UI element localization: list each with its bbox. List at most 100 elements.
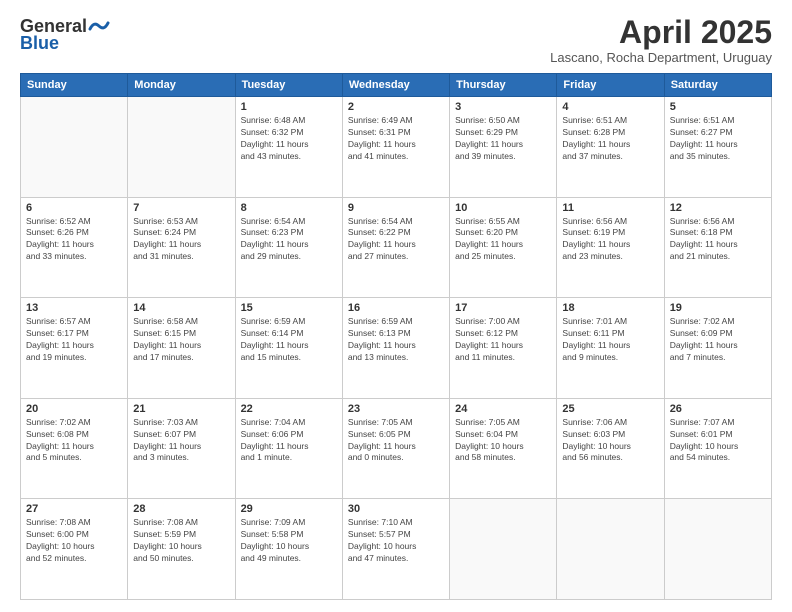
day-info: Sunrise: 7:08 AM Sunset: 5:59 PM Dayligh… <box>133 517 229 565</box>
day-number: 27 <box>26 503 122 515</box>
logo-wave-icon <box>88 17 110 35</box>
day-info: Sunrise: 6:54 AM Sunset: 6:22 PM Dayligh… <box>348 216 444 264</box>
day-number: 22 <box>241 403 337 415</box>
month-title: April 2025 <box>550 16 772 48</box>
day-number: 15 <box>241 302 337 314</box>
calendar-day-cell: 19 Sunrise: 7:02 AM Sunset: 6:09 PM Dayli… <box>664 298 771 399</box>
day-info: Sunrise: 6:53 AM Sunset: 6:24 PM Dayligh… <box>133 216 229 264</box>
weekday-header-cell: Friday <box>557 74 664 97</box>
day-number: 4 <box>562 101 658 113</box>
calendar-day-cell: 2Sunrise: 6:49 AM Sunset: 6:31 PM Daylig… <box>342 97 449 198</box>
weekday-header-row: SundayMondayTuesdayWednesdayThursdayFrid… <box>21 74 772 97</box>
weekday-header-cell: Wednesday <box>342 74 449 97</box>
day-number: 18 <box>562 302 658 314</box>
calendar-day-cell: 5 Sunrise: 6:51 AM Sunset: 6:27 PM Daylig… <box>664 97 771 198</box>
day-info: Sunrise: 7:09 AM Sunset: 5:58 PM Dayligh… <box>241 517 337 565</box>
day-number: 13 <box>26 302 122 314</box>
day-info: Sunrise: 7:06 AM Sunset: 6:03 PM Dayligh… <box>562 417 658 465</box>
calendar-table: SundayMondayTuesdayWednesdayThursdayFrid… <box>20 73 772 600</box>
day-info: Sunrise: 6:57 AM Sunset: 6:17 PM Dayligh… <box>26 316 122 364</box>
calendar-day-cell: 23 Sunrise: 7:05 AM Sunset: 6:05 PM Dayli… <box>342 398 449 499</box>
day-number: 14 <box>133 302 229 314</box>
day-number: 9 <box>348 202 444 214</box>
calendar-week-row: 6Sunrise: 6:52 AM Sunset: 6:26 PM Daylig… <box>21 197 772 298</box>
day-info: Sunrise: 6:59 AM Sunset: 6:14 PM Dayligh… <box>241 316 337 364</box>
day-number: 12 <box>670 202 766 214</box>
calendar-week-row: 1Sunrise: 6:48 AM Sunset: 6:32 PM Daylig… <box>21 97 772 198</box>
calendar-day-cell <box>557 499 664 600</box>
page: General Blue April 2025 Lascano, Rocha D… <box>0 0 792 612</box>
calendar-day-cell: 7 Sunrise: 6:53 AM Sunset: 6:24 PM Daylig… <box>128 197 235 298</box>
day-number: 7 <box>133 202 229 214</box>
calendar-week-row: 20 Sunrise: 7:02 AM Sunset: 6:08 PM Dayli… <box>21 398 772 499</box>
day-info: Sunrise: 6:58 AM Sunset: 6:15 PM Dayligh… <box>133 316 229 364</box>
weekday-header-cell: Tuesday <box>235 74 342 97</box>
day-info: Sunrise: 7:05 AM Sunset: 6:05 PM Dayligh… <box>348 417 444 465</box>
day-number: 16 <box>348 302 444 314</box>
calendar-day-cell: 4 Sunrise: 6:51 AM Sunset: 6:28 PM Daylig… <box>557 97 664 198</box>
calendar-day-cell <box>664 499 771 600</box>
calendar-day-cell: 13 Sunrise: 6:57 AM Sunset: 6:17 PM Dayli… <box>21 298 128 399</box>
day-info: Sunrise: 6:51 AM Sunset: 6:28 PM Dayligh… <box>562 115 658 163</box>
day-number: 1 <box>241 101 337 113</box>
calendar-body: 1Sunrise: 6:48 AM Sunset: 6:32 PM Daylig… <box>21 97 772 600</box>
calendar-day-cell: 30Sunrise: 7:10 AM Sunset: 5:57 PM Dayli… <box>342 499 449 600</box>
day-info: Sunrise: 6:56 AM Sunset: 6:19 PM Dayligh… <box>562 216 658 264</box>
calendar-day-cell: 24 Sunrise: 7:05 AM Sunset: 6:04 PM Dayli… <box>450 398 557 499</box>
day-info: Sunrise: 6:54 AM Sunset: 6:23 PM Dayligh… <box>241 216 337 264</box>
logo: General Blue <box>20 16 110 54</box>
day-number: 26 <box>670 403 766 415</box>
calendar-day-cell <box>128 97 235 198</box>
day-info: Sunrise: 7:05 AM Sunset: 6:04 PM Dayligh… <box>455 417 551 465</box>
day-info: Sunrise: 7:01 AM Sunset: 6:11 PM Dayligh… <box>562 316 658 364</box>
day-info: Sunrise: 7:03 AM Sunset: 6:07 PM Dayligh… <box>133 417 229 465</box>
header: General Blue April 2025 Lascano, Rocha D… <box>20 16 772 65</box>
calendar-day-cell: 10Sunrise: 6:55 AM Sunset: 6:20 PM Dayli… <box>450 197 557 298</box>
day-info: Sunrise: 7:08 AM Sunset: 6:00 PM Dayligh… <box>26 517 122 565</box>
day-info: Sunrise: 6:56 AM Sunset: 6:18 PM Dayligh… <box>670 216 766 264</box>
day-info: Sunrise: 6:59 AM Sunset: 6:13 PM Dayligh… <box>348 316 444 364</box>
day-number: 28 <box>133 503 229 515</box>
calendar-week-row: 27 Sunrise: 7:08 AM Sunset: 6:00 PM Dayli… <box>21 499 772 600</box>
day-info: Sunrise: 7:02 AM Sunset: 6:09 PM Dayligh… <box>670 316 766 364</box>
calendar-day-cell: 27 Sunrise: 7:08 AM Sunset: 6:00 PM Dayli… <box>21 499 128 600</box>
calendar-day-cell: 15 Sunrise: 6:59 AM Sunset: 6:14 PM Dayli… <box>235 298 342 399</box>
calendar-day-cell: 14 Sunrise: 6:58 AM Sunset: 6:15 PM Dayli… <box>128 298 235 399</box>
day-number: 5 <box>670 101 766 113</box>
location-label: Lascano, Rocha Department, Uruguay <box>550 50 772 65</box>
day-info: Sunrise: 6:51 AM Sunset: 6:27 PM Dayligh… <box>670 115 766 163</box>
day-number: 17 <box>455 302 551 314</box>
calendar-day-cell: 21Sunrise: 7:03 AM Sunset: 6:07 PM Dayli… <box>128 398 235 499</box>
calendar-day-cell: 1Sunrise: 6:48 AM Sunset: 6:32 PM Daylig… <box>235 97 342 198</box>
day-info: Sunrise: 7:10 AM Sunset: 5:57 PM Dayligh… <box>348 517 444 565</box>
day-number: 11 <box>562 202 658 214</box>
weekday-header-cell: Thursday <box>450 74 557 97</box>
day-info: Sunrise: 7:02 AM Sunset: 6:08 PM Dayligh… <box>26 417 122 465</box>
calendar-day-cell <box>450 499 557 600</box>
day-number: 2 <box>348 101 444 113</box>
day-number: 20 <box>26 403 122 415</box>
calendar-day-cell: 8Sunrise: 6:54 AM Sunset: 6:23 PM Daylig… <box>235 197 342 298</box>
day-number: 25 <box>562 403 658 415</box>
calendar-day-cell: 25 Sunrise: 7:06 AM Sunset: 6:03 PM Dayli… <box>557 398 664 499</box>
title-block: April 2025 Lascano, Rocha Department, Ur… <box>550 16 772 65</box>
calendar-day-cell: 9 Sunrise: 6:54 AM Sunset: 6:22 PM Daylig… <box>342 197 449 298</box>
day-number: 19 <box>670 302 766 314</box>
day-info: Sunrise: 7:04 AM Sunset: 6:06 PM Dayligh… <box>241 417 337 465</box>
calendar-day-cell: 28 Sunrise: 7:08 AM Sunset: 5:59 PM Dayli… <box>128 499 235 600</box>
calendar-day-cell: 16 Sunrise: 6:59 AM Sunset: 6:13 PM Dayli… <box>342 298 449 399</box>
day-number: 10 <box>455 202 551 214</box>
day-number: 3 <box>455 101 551 113</box>
day-number: 6 <box>26 202 122 214</box>
calendar-day-cell: 6Sunrise: 6:52 AM Sunset: 6:26 PM Daylig… <box>21 197 128 298</box>
calendar-day-cell: 12 Sunrise: 6:56 AM Sunset: 6:18 PM Dayli… <box>664 197 771 298</box>
calendar-day-cell: 29 Sunrise: 7:09 AM Sunset: 5:58 PM Dayli… <box>235 499 342 600</box>
day-number: 24 <box>455 403 551 415</box>
day-info: Sunrise: 6:50 AM Sunset: 6:29 PM Dayligh… <box>455 115 551 163</box>
day-number: 23 <box>348 403 444 415</box>
calendar-day-cell: 26Sunrise: 7:07 AM Sunset: 6:01 PM Dayli… <box>664 398 771 499</box>
calendar-day-cell: 11 Sunrise: 6:56 AM Sunset: 6:19 PM Dayli… <box>557 197 664 298</box>
day-number: 29 <box>241 503 337 515</box>
weekday-header-cell: Sunday <box>21 74 128 97</box>
calendar-day-cell: 20 Sunrise: 7:02 AM Sunset: 6:08 PM Dayli… <box>21 398 128 499</box>
